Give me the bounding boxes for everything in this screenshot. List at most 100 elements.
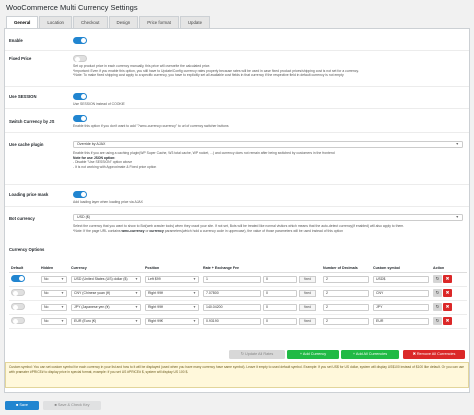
decimals-input[interactable]: 2 bbox=[323, 289, 369, 297]
loading-mask-description: Add loading layer when loading price via… bbox=[73, 200, 143, 204]
default-currency-toggle[interactable] bbox=[11, 275, 25, 282]
currency-table: Default Hidden Currency Position Rate + … bbox=[9, 264, 467, 329]
chevron-down-icon: ▼ bbox=[455, 215, 459, 219]
default-currency-toggle[interactable] bbox=[11, 317, 25, 324]
bot-currency-select[interactable]: USD ($) ▼ bbox=[73, 214, 463, 221]
bot-currency-selected: USD ($) bbox=[77, 215, 90, 219]
table-row: No ▼ USD (United States (US) dollar ($) ▼ … bbox=[9, 272, 467, 287]
loading-mask-label: Loading price mask bbox=[9, 192, 49, 197]
fixed-price-toggle[interactable] bbox=[73, 55, 87, 62]
refresh-icon[interactable]: ↻ bbox=[433, 303, 442, 311]
switch-js-description: Enable this option if you don't want to … bbox=[73, 124, 229, 128]
fee-input[interactable]: 0 bbox=[263, 317, 297, 325]
position-select[interactable]: Left $99 ▼ bbox=[145, 275, 199, 283]
decimals-input[interactable]: 2 bbox=[323, 317, 369, 325]
chevron-down-icon: ▼ bbox=[192, 318, 196, 323]
fixed-label: fixed bbox=[299, 275, 316, 283]
setting-row-bot-currency: Bot currency USD ($) ▼ Select the curren… bbox=[5, 207, 469, 241]
fee-input[interactable]: 0 bbox=[263, 275, 297, 283]
tab-checkout[interactable]: Checkout bbox=[72, 16, 108, 28]
bot-currency-label: Bot currency bbox=[9, 216, 35, 221]
chevron-down-icon: ▼ bbox=[60, 318, 64, 323]
chevron-down-icon: ▼ bbox=[134, 318, 138, 323]
fixed-price-description: Set up product price in each currency ma… bbox=[73, 64, 463, 78]
decimals-input[interactable]: 2 bbox=[323, 275, 369, 283]
chevron-down-icon: ▼ bbox=[60, 304, 64, 309]
cache-plugin-label: Use cache plugin bbox=[9, 142, 44, 147]
decimals-input[interactable]: 2 bbox=[323, 303, 369, 311]
currency-select[interactable]: JPY (Japanese yen (¥) ▼ bbox=[71, 303, 141, 311]
switch-js-toggle[interactable] bbox=[73, 115, 87, 122]
save-check-key-button[interactable]: ■ Save & Check Key bbox=[43, 401, 101, 410]
trash-icon[interactable]: ✖ bbox=[443, 303, 452, 311]
cache-plugin-note-label: Note for use JSON option: bbox=[73, 155, 116, 160]
cache-plugin-select[interactable]: Override by AJAX ▼ bbox=[73, 141, 463, 148]
setting-row-fixed-price: Fixed Price Set up product price in each… bbox=[5, 51, 469, 87]
hidden-select[interactable]: No ▼ bbox=[41, 303, 67, 311]
rate-input[interactable]: 0.93190 bbox=[203, 317, 261, 325]
tab-general[interactable]: General bbox=[6, 16, 39, 28]
hidden-select[interactable]: No ▼ bbox=[41, 289, 67, 297]
save-button[interactable]: ■ Save bbox=[5, 401, 39, 410]
trash-icon[interactable]: ✖ bbox=[443, 317, 452, 325]
custom-symbol-input[interactable]: USD$ bbox=[373, 275, 429, 283]
page-title: WooCommerce Multi Currency Settings bbox=[6, 3, 138, 12]
setting-row-enable: Enable bbox=[5, 29, 469, 51]
col-action: Action bbox=[431, 264, 467, 273]
hidden-select[interactable]: No ▼ bbox=[41, 275, 67, 283]
col-hidden: Hidden bbox=[39, 264, 69, 273]
add-currency-button[interactable]: + Add Currency bbox=[287, 350, 339, 359]
currency-table-header: Default Hidden Currency Position Rate + … bbox=[9, 264, 467, 273]
refresh-icon[interactable]: ↻ bbox=[433, 289, 442, 297]
rate-input[interactable]: 140.04200 bbox=[203, 303, 261, 311]
remove-all-currencies-button[interactable]: ✖ Remove All Currencies bbox=[403, 350, 465, 359]
refresh-icon[interactable]: ↻ bbox=[433, 275, 442, 283]
cache-plugin-selected: Override by AJAX bbox=[77, 142, 106, 146]
rate-input[interactable]: 1 bbox=[203, 275, 261, 283]
use-session-toggle[interactable] bbox=[73, 93, 87, 100]
fixed-label: fixed bbox=[299, 317, 316, 325]
trash-icon[interactable]: ✖ bbox=[443, 275, 452, 283]
custom-symbol-input[interactable]: CNY bbox=[373, 289, 429, 297]
default-currency-toggle[interactable] bbox=[11, 303, 25, 310]
currency-select[interactable]: CNY (Chinese yuan (¥) ▼ bbox=[71, 289, 141, 297]
currency-select[interactable]: EUR (Euro (€) ▼ bbox=[71, 317, 141, 325]
fee-input[interactable]: 0 bbox=[263, 289, 297, 297]
chevron-down-icon: ▼ bbox=[60, 290, 64, 295]
chevron-down-icon: ▼ bbox=[134, 276, 138, 281]
table-row: No ▼ JPY (Japanese yen (¥) ▼ Right 99¥ ▼ 14… bbox=[9, 300, 467, 315]
col-decimals: Number of Decimals bbox=[321, 264, 371, 273]
position-select[interactable]: Right 99¥ ▼ bbox=[145, 289, 199, 297]
table-row: No ▼ EUR (Euro (€) ▼ Right 99€ ▼ 0.93190 0 fi… bbox=[9, 314, 467, 329]
tab-design[interactable]: Design bbox=[108, 16, 139, 28]
default-currency-toggle[interactable] bbox=[11, 289, 25, 296]
chevron-down-icon: ▼ bbox=[134, 290, 138, 295]
custom-symbol-input[interactable]: EUR bbox=[373, 317, 429, 325]
setting-row-use-session: Use SESSION Use SESSION instead of COOKI… bbox=[5, 87, 469, 109]
settings-panel: Enable Fixed Price Set up product price … bbox=[4, 28, 470, 393]
use-session-label: Use SESSION bbox=[9, 94, 37, 99]
refresh-icon[interactable]: ↻ bbox=[433, 317, 442, 325]
tab-price-format[interactable]: Price format bbox=[139, 16, 179, 28]
chevron-down-icon: ▼ bbox=[455, 142, 459, 146]
custom-symbol-input[interactable]: JPY bbox=[373, 303, 429, 311]
hidden-select[interactable]: No ▼ bbox=[41, 317, 67, 325]
cache-plugin-desc-3: - It is not working with Approximate & F… bbox=[73, 164, 157, 169]
trash-icon[interactable]: ✖ bbox=[443, 289, 452, 297]
enable-toggle[interactable] bbox=[73, 37, 87, 44]
fixed-price-desc-3: *Note: To make fixed shipping cost apply… bbox=[73, 73, 344, 78]
fixed-price-label: Fixed Price bbox=[9, 56, 32, 61]
currency-select[interactable]: USD (United States (US) dollar ($) ▼ bbox=[71, 275, 141, 283]
position-select[interactable]: Right 99€ ▼ bbox=[145, 317, 199, 325]
col-position: Position bbox=[143, 264, 201, 273]
rate-input[interactable]: 7.07800 bbox=[203, 289, 261, 297]
col-currency: Currency bbox=[69, 264, 143, 273]
tab-update[interactable]: Update bbox=[179, 16, 211, 28]
fee-input[interactable]: 0 bbox=[263, 303, 297, 311]
loading-mask-toggle[interactable] bbox=[73, 191, 87, 198]
add-all-currencies-button[interactable]: + Add All Currencies bbox=[341, 350, 399, 359]
currency-options-title: Currency Options bbox=[9, 247, 45, 252]
position-select[interactable]: Right 99¥ ▼ bbox=[145, 303, 199, 311]
tab-location[interactable]: Location bbox=[39, 16, 72, 28]
update-all-rates-button[interactable]: ↻ Update All Rates bbox=[229, 350, 285, 359]
